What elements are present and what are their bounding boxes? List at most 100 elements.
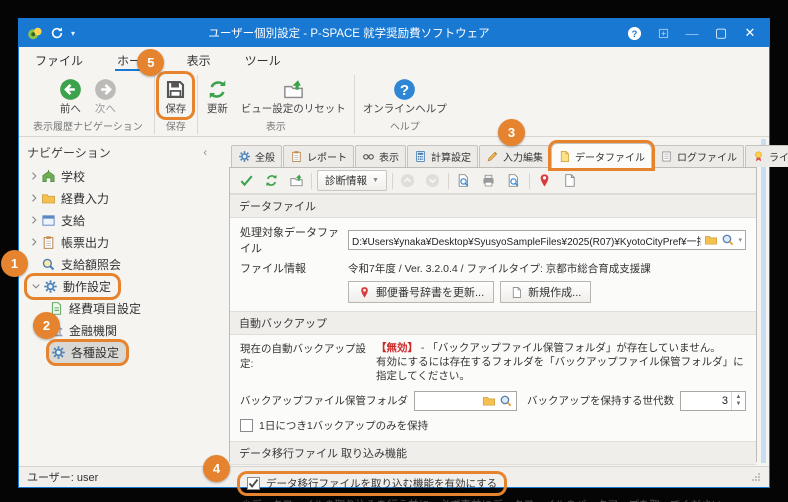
save-button[interactable]: 5 保存 xyxy=(137,49,192,117)
file-icon xyxy=(558,150,571,163)
forward-arrow-icon xyxy=(94,78,117,101)
search-file-icon[interactable] xyxy=(721,233,735,247)
tab-license-info[interactable]: ライセンス情報 xyxy=(745,145,788,167)
nav-item-expense-entry[interactable]: 経費入力 xyxy=(27,187,221,209)
folder-icon xyxy=(41,191,56,206)
enable-import-checkbox[interactable] xyxy=(247,476,260,490)
nav-item-misc-settings[interactable]: 2 各種設定 xyxy=(27,311,221,363)
reset-view-button[interactable]: ビュー設定のリセット xyxy=(236,74,351,117)
maximize-button[interactable]: ▢ xyxy=(710,23,732,43)
postal-pin-icon[interactable] xyxy=(535,171,555,191)
browse-folder-icon[interactable] xyxy=(482,394,496,408)
move-down-icon[interactable] xyxy=(423,171,443,191)
create-new-button[interactable]: 新規作成... xyxy=(500,281,592,303)
tab-calculation[interactable]: 計算設定 xyxy=(407,145,478,167)
tab-log-file[interactable]: ログファイル xyxy=(653,145,744,167)
gear-icon xyxy=(43,279,58,294)
collapse-panel-icon[interactable]: ‹ xyxy=(203,147,215,159)
ribbon: 前へ 次へ 表示履歴ナビゲーション 5 保存 保存 更新 ビュー設定のリセット … xyxy=(19,49,769,137)
ribbon-group-label: 表示履歴ナビゲーション xyxy=(33,122,143,133)
tab-input-edit[interactable]: 入力編集 xyxy=(479,145,550,167)
ribbon-group-help: オンラインヘルプ ヘルプ xyxy=(358,72,452,136)
section-header-import: データ移行ファイル 取り込み機能 xyxy=(230,440,756,465)
import-note: ※データファイルの取り込みを行う前に、必ず事前にデータファイルのバックアップを取… xyxy=(242,497,744,502)
chevron-right-icon[interactable] xyxy=(28,214,40,226)
gear-icon xyxy=(238,150,251,163)
stepper-arrows[interactable]: ▲ ▼ xyxy=(731,391,745,410)
menu-tools[interactable]: ツール xyxy=(243,52,283,71)
ribbon-tab-bar: ファイル ホーム 表示 ツール xyxy=(19,47,769,71)
tab-display[interactable]: 表示 xyxy=(355,145,406,167)
title-bar: ▾ ユーザー個別設定 - P-SPACE 就学奨励費ソフトウェア — ▢ ✕ xyxy=(19,19,769,47)
tab-general[interactable]: 全般 xyxy=(231,145,282,167)
ribbon-group-label: ヘルプ xyxy=(389,122,420,133)
target-file-path: D:¥Users¥ynaka¥Desktop¥SyusyoSampleFiles… xyxy=(352,236,701,248)
chevron-right-icon[interactable] xyxy=(28,236,40,248)
generations-stepper[interactable]: 3 ▲ ▼ xyxy=(680,390,746,411)
step-badge-5: 5 xyxy=(137,49,165,76)
back-button[interactable]: 前へ xyxy=(54,74,87,117)
search-coin-icon xyxy=(41,257,56,272)
tab-report[interactable]: レポート xyxy=(283,145,354,167)
checkmark-icon xyxy=(248,478,259,488)
nav-item-school[interactable]: 学校 xyxy=(27,165,221,187)
forward-button[interactable]: 次へ xyxy=(89,74,122,117)
update-postal-dictionary-button[interactable]: 郵便番号辞書を更新... xyxy=(348,281,495,303)
toolbar-separator xyxy=(311,172,312,189)
toolbar-separator xyxy=(447,172,449,189)
chevron-right-icon[interactable] xyxy=(28,170,40,182)
enable-import-row: 4 データ移行ファイルを取り込む機能を有効にする xyxy=(203,454,504,493)
settings-tab-strip: 全般 レポート 表示 計算設定 入力編集 3 データファイル ログファイル ライ xyxy=(229,119,788,168)
menu-view[interactable]: 表示 xyxy=(185,52,213,71)
generations-value: 3 xyxy=(721,394,728,407)
refresh-button[interactable]: 更新 xyxy=(201,74,234,117)
chevron-down-icon[interactable] xyxy=(30,280,42,292)
step-badge-1: 1 xyxy=(1,249,28,277)
caret-down-icon[interactable]: ▾ xyxy=(738,236,742,244)
chevron-right-icon[interactable] xyxy=(28,192,40,204)
new-document-icon[interactable] xyxy=(560,171,580,191)
nav-item-payment[interactable]: 支給 xyxy=(27,209,221,231)
file-info-value: 令和7年度 / Ver. 3.2.0.4 / ファイルタイプ: 京都市総合育成支… xyxy=(348,262,651,275)
tab-data-file[interactable]: 3 データファイル xyxy=(498,119,652,168)
navigation-panel: ナビゲーション ‹ 学校 経費入力 支給 帳票出力 支給額照会 1 動作設定 経… xyxy=(1,137,223,466)
navigation-title: ナビゲーション xyxy=(27,146,111,160)
backup-folder-label: バックアップファイル保管フォルダ xyxy=(240,395,408,408)
help-circle-icon xyxy=(393,78,416,101)
daily-backup-checkbox[interactable] xyxy=(240,418,253,432)
close-button[interactable]: ✕ xyxy=(739,23,761,43)
pin-window-icon[interactable] xyxy=(652,23,674,43)
browse-folder-icon[interactable] xyxy=(704,233,718,247)
move-up-icon[interactable] xyxy=(398,171,418,191)
generations-label: バックアップを保持する世代数 xyxy=(527,395,674,408)
content-scrollbar[interactable] xyxy=(761,139,766,463)
status-user: ユーザー: user xyxy=(27,472,99,484)
nav-item-operation-settings[interactable]: 1 動作設定 xyxy=(1,249,221,297)
preview-icon[interactable] xyxy=(504,171,524,191)
ribbon-separator xyxy=(196,75,198,134)
enable-import-label: データ移行ファイルを取り込む機能を有効にする xyxy=(266,477,498,490)
print-preview-icon[interactable] xyxy=(454,171,474,191)
online-help-button[interactable]: オンラインヘルプ xyxy=(358,74,452,117)
refresh-icon[interactable] xyxy=(261,171,281,191)
backup-status-text: 【無効】 - 「バックアップファイル保管フォルダ」が存在していません。 有効にす… xyxy=(376,342,744,383)
step-badge-2: 2 xyxy=(33,311,60,339)
menu-file[interactable]: ファイル xyxy=(33,52,85,71)
backup-folder-input[interactable] xyxy=(414,390,517,411)
diagnostics-dropdown[interactable]: 診断情報 ▼ xyxy=(317,170,387,191)
apply-check-icon[interactable] xyxy=(236,171,256,191)
glasses-icon xyxy=(362,150,375,163)
nav-item-report-output[interactable]: 帳票出力 xyxy=(27,231,221,253)
quick-refresh-icon[interactable] xyxy=(50,26,64,40)
reset-layout-icon[interactable] xyxy=(286,171,306,191)
help-button[interactable] xyxy=(623,23,645,43)
target-file-input[interactable]: D:¥Users¥ynaka¥Desktop¥SyusyoSampleFiles… xyxy=(348,230,746,250)
minimize-button[interactable]: — xyxy=(681,23,703,43)
quick-access-caret-icon[interactable]: ▾ xyxy=(71,29,75,38)
print-icon[interactable] xyxy=(479,171,499,191)
nav-item-payment-inquiry[interactable]: 支給額照会 xyxy=(27,253,221,275)
ribbon-group-save: 5 保存 保存 xyxy=(137,49,194,136)
search-folder-icon[interactable] xyxy=(499,394,513,408)
gear-icon xyxy=(51,345,66,360)
settings-panel: 診断情報 ▼ データファイル 処理対象データファイル D:¥Users¥ynak… xyxy=(203,167,757,502)
